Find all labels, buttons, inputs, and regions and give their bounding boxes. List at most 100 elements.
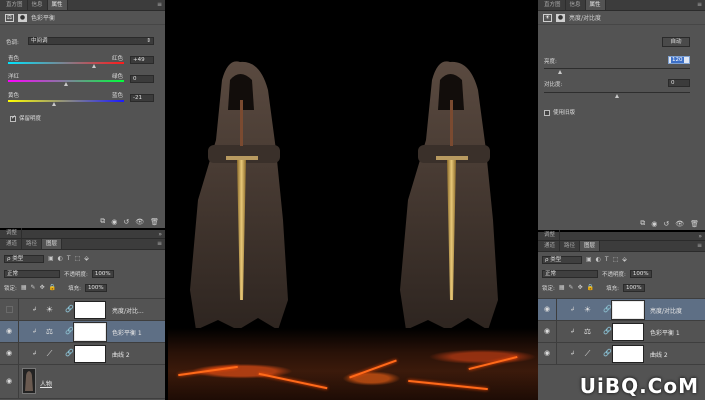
layer-row-color-balance[interactable]: ◉ ↲ ⚖ 🔗 色彩平衡 1 [538,321,705,343]
layer-mask-thumbnail[interactable] [612,345,644,363]
cyan-red-value[interactable]: +49 [130,56,154,64]
magenta-green-slider[interactable] [64,82,68,86]
magenta-green-value[interactable]: 0 [130,75,154,83]
mask-icon[interactable]: ● [18,13,27,22]
preserve-luminosity-checkbox[interactable] [10,114,16,122]
contrast-input[interactable]: 0 [668,79,690,87]
layer-row-brightness[interactable]: ↲ ☀ 🔗 亮度/对比... [0,299,165,321]
clip-to-layer-icon[interactable]: ⧉ [640,219,645,228]
link-icon[interactable]: 🔗 [65,327,74,335]
layer-name[interactable]: 人物 [40,379,52,388]
layer-row-color-balance[interactable]: ◉ ↲ ⚖ 🔗 色彩平衡 1 [0,321,165,343]
tab-info[interactable]: 信息 [566,0,586,10]
tab-histogram[interactable]: 直方图 [540,0,566,10]
filter-type-icon[interactable]: T [67,255,71,262]
lock-brush-icon[interactable]: ✎ [31,284,36,291]
visibility-toggle-empty[interactable] [6,306,13,313]
tone-select[interactable]: 中间调 ⇕ [28,37,154,45]
view-previous-icon[interactable]: ◉ [651,220,657,228]
filter-shape-icon[interactable]: ⬚ [613,256,619,263]
link-icon[interactable]: 🔗 [603,305,612,313]
filter-type-icon[interactable]: T [605,256,609,263]
link-icon[interactable]: 🔗 [603,327,612,335]
lock-all-icon[interactable]: 🔒 [587,284,594,291]
brightness-slider[interactable] [558,70,562,74]
panel-menu-icon[interactable]: ≡ [697,1,702,8]
cyan-red-slider[interactable] [92,64,96,68]
eye-icon[interactable]: ◉ [6,349,14,357]
opacity-input[interactable]: 100% [91,269,114,278]
layers-menu-icon[interactable]: ≡ [697,242,702,249]
lock-all-icon[interactable]: 🔒 [49,284,56,291]
tab-paths[interactable]: 路径 [560,241,581,251]
layer-row-figure[interactable]: ◉ 人物 [0,365,165,399]
yellow-blue-slider[interactable] [52,102,56,106]
filter-adjust-icon[interactable]: ◐ [596,256,601,263]
tab-channels[interactable]: 通道 [540,241,561,251]
filter-smart-icon[interactable]: ⬙ [84,255,89,262]
view-previous-icon[interactable]: ◉ [111,218,117,226]
layer-name[interactable]: 亮度/对比度 [650,306,682,315]
fill-input[interactable]: 100% [622,283,645,292]
opacity-input[interactable]: 100% [629,269,652,278]
layer-filter-select[interactable]: ρ 类型 [4,254,44,263]
blend-mode-select[interactable]: 正常 [4,269,60,278]
layer-row-curves[interactable]: ◉ ↲ ⟋ 🔗 曲线 2 [538,343,705,365]
tab-properties[interactable]: 属性 [585,0,606,10]
eye-icon[interactable]: ◉ [544,349,552,357]
auto-button[interactable]: 自动 [662,37,690,47]
filter-pixel-icon[interactable]: ▣ [48,255,54,262]
layer-name[interactable]: 曲线 2 [112,350,130,359]
layer-mask-thumbnail[interactable] [611,300,645,320]
lock-move-icon[interactable]: ✥ [40,284,45,291]
eye-icon[interactable]: ◉ [6,377,14,385]
panel-collapse-icon[interactable]: » [158,231,162,238]
panel-collapse-icon[interactable]: » [698,233,702,240]
contrast-slider[interactable] [615,94,619,98]
layer-name[interactable]: 色彩平衡 1 [650,328,680,337]
use-legacy-checkbox[interactable] [544,109,550,116]
layer-row-brightness[interactable]: ◉ ↲ ☀ 🔗 亮度/对比度 [538,299,705,321]
filter-shape-icon[interactable]: ⬚ [75,255,81,262]
document-canvas[interactable] [168,0,538,400]
layer-mask-thumbnail[interactable] [74,301,106,319]
yellow-blue-value[interactable]: -21 [130,94,154,102]
lock-transparent-icon[interactable]: ▦ [21,284,27,291]
lock-move-icon[interactable]: ✥ [578,284,583,291]
mask-icon[interactable]: ● [556,13,565,22]
reset-icon[interactable]: ↺ [123,218,129,226]
lock-transparent-icon[interactable]: ▦ [559,284,565,291]
layers-menu-icon[interactable]: ≡ [157,240,162,247]
layer-mask-thumbnail[interactable] [73,322,107,342]
clip-to-layer-icon[interactable]: ⧉ [100,217,105,226]
layer-mask-thumbnail[interactable] [74,345,106,363]
tab-histogram[interactable]: 直方图 [2,0,28,10]
visibility-icon[interactable]: 👁 [135,218,144,226]
eye-icon[interactable]: ◉ [6,327,14,335]
layer-name[interactable]: 色彩平衡 1 [112,328,142,337]
link-icon[interactable]: 🔗 [65,349,74,357]
tab-layers[interactable]: 图层 [580,241,601,251]
filter-smart-icon[interactable]: ⬙ [622,256,627,263]
layer-filter-select[interactable]: ρ 类型 [542,255,582,264]
tab-properties[interactable]: 属性 [47,0,68,10]
filter-adjust-icon[interactable]: ◐ [58,255,63,262]
use-legacy-row[interactable]: 使用旧版 [544,108,575,116]
filter-pixel-icon[interactable]: ▣ [586,256,592,263]
tab-adjustments[interactable]: 调整 [540,230,561,240]
trash-icon[interactable]: 🗑 [690,220,699,228]
preserve-luminosity-row[interactable]: 保留明度 [10,114,41,122]
visibility-icon[interactable]: 👁 [675,220,684,228]
layer-row-curves[interactable]: ◉ ↲ ⟋ 🔗 曲线 2 [0,343,165,365]
tab-layers[interactable]: 图层 [42,239,63,249]
trash-icon[interactable]: 🗑 [150,218,159,226]
layer-name[interactable]: 曲线 2 [650,350,668,359]
layer-thumbnail[interactable] [22,368,36,394]
tab-channels[interactable]: 通道 [2,239,23,249]
layer-mask-thumbnail[interactable] [612,323,644,341]
eye-icon[interactable]: ◉ [544,327,552,335]
tab-info[interactable]: 信息 [28,0,48,10]
brightness-input[interactable]: 120 [668,56,690,64]
tab-paths[interactable]: 路径 [22,239,43,249]
link-icon[interactable]: 🔗 [65,305,74,313]
